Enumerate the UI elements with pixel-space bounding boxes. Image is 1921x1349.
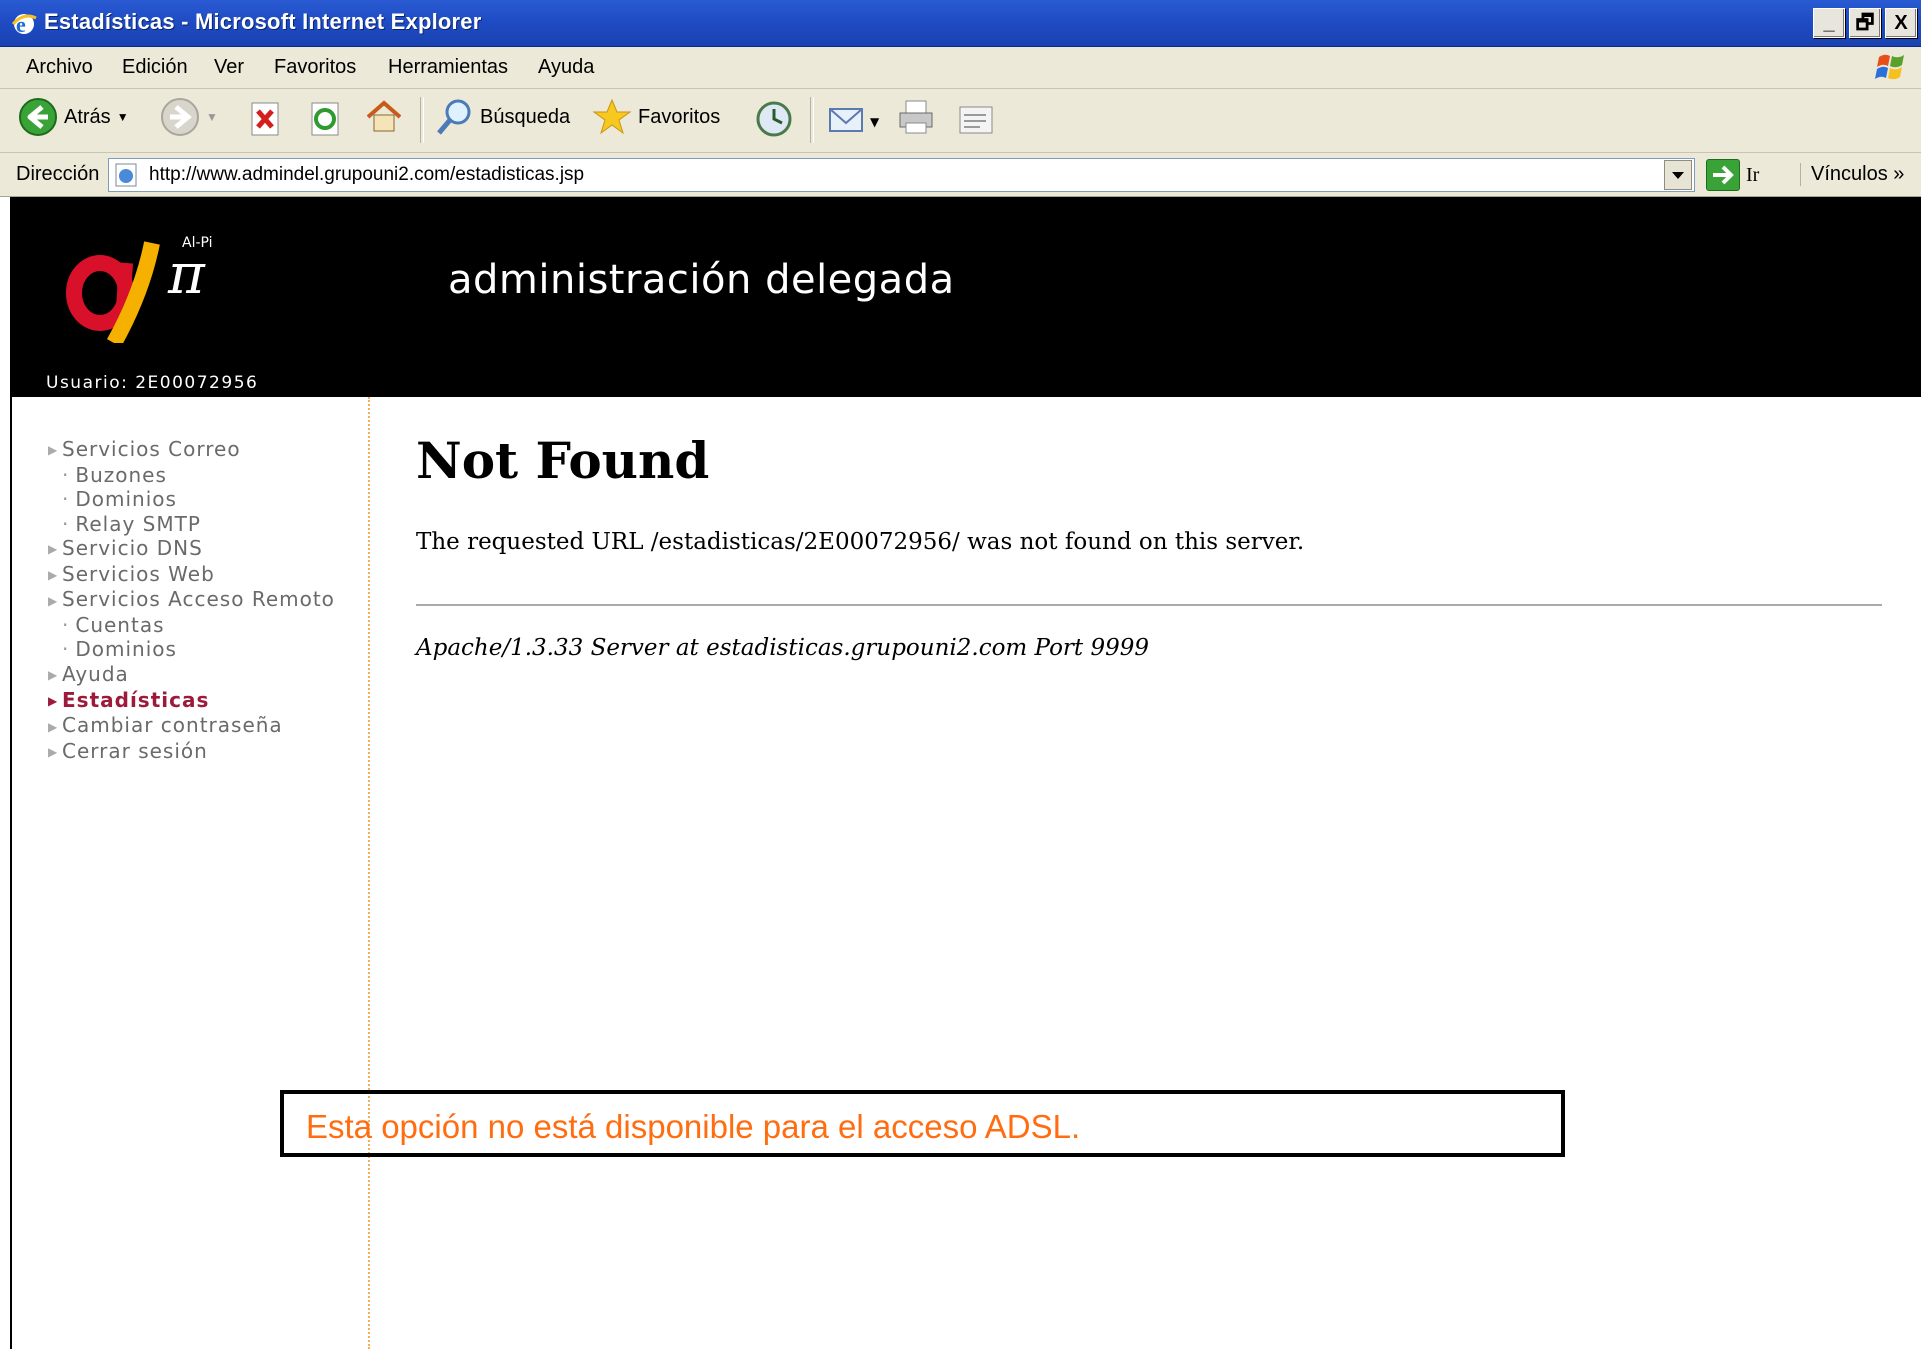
svg-text:π: π bbox=[167, 242, 206, 307]
nav-arrow-icon: ▶ bbox=[48, 542, 59, 557]
menu-ayuda[interactable]: Ayuda bbox=[538, 56, 594, 79]
main-content: Not Found The requested URL /estadistica… bbox=[416, 431, 1886, 661]
toolbar: Atrás ▼ ▼ Búsqueda Favoritos ▼ bbox=[0, 89, 1921, 153]
adsl-notice-text: Esta opción no está disponible para el a… bbox=[306, 1108, 1081, 1145]
forward-dropdown-icon[interactable]: ▼ bbox=[206, 110, 218, 124]
server-signature: Apache/1.3.33 Server at estadisticas.gru… bbox=[416, 635, 1150, 661]
mail-icon[interactable] bbox=[826, 99, 866, 139]
nav-ayuda[interactable]: ▶ Ayuda bbox=[48, 662, 335, 688]
menu-archivo[interactable]: Archivo bbox=[26, 56, 93, 79]
history-icon[interactable] bbox=[754, 99, 794, 139]
mail-dropdown-icon[interactable]: ▼ bbox=[870, 115, 879, 129]
nav-servicios-web[interactable]: ▶ Servicios Web bbox=[48, 562, 335, 588]
ie-icon: e bbox=[11, 12, 37, 36]
search-icon bbox=[437, 99, 471, 135]
search-label: Búsqueda bbox=[480, 105, 571, 128]
go-label: Ir bbox=[1746, 163, 1760, 186]
minimize-button[interactable]: _ bbox=[1813, 8, 1845, 38]
maximize-button[interactable]: 🗗 bbox=[1849, 8, 1881, 38]
window-title: Estadísticas - Microsoft Internet Explor… bbox=[44, 9, 482, 34]
nav-arrow-icon: ▶ bbox=[48, 668, 59, 683]
menu-ver[interactable]: Ver bbox=[214, 56, 244, 79]
back-dropdown-icon[interactable]: ▼ bbox=[117, 110, 129, 124]
go-button[interactable]: Ir bbox=[1706, 159, 1759, 191]
nav-dominios-remoto[interactable]: · Dominios bbox=[48, 637, 335, 661]
search-button[interactable]: Búsqueda bbox=[434, 97, 570, 137]
sidebar: ▶ Servicios Correo · Buzones · Dominios · Re… bbox=[12, 397, 370, 1349]
nav-servicios-acceso-remoto[interactable]: ▶ Servicios Acceso Remoto bbox=[48, 587, 335, 613]
adsl-notice: Esta opción no está disponible para el a… bbox=[280, 1090, 1565, 1157]
title-bar: e Estadísticas - Microsoft Internet Expl… bbox=[0, 0, 1921, 47]
star-icon bbox=[592, 98, 632, 135]
nav-cuentas[interactable]: · Cuentas bbox=[48, 613, 335, 637]
close-button[interactable]: X bbox=[1885, 8, 1917, 38]
site-tagline: administración delegada bbox=[448, 257, 955, 303]
address-label: Dirección bbox=[16, 163, 100, 185]
site-header: Al-Pi π administración delegada Usuario:… bbox=[12, 197, 1921, 397]
error-title: Not Found bbox=[416, 431, 710, 490]
nav-servicios-correo[interactable]: ▶ Servicios Correo bbox=[48, 437, 335, 463]
edit-icon[interactable] bbox=[956, 99, 996, 139]
links-button[interactable]: Vínculos » bbox=[1800, 163, 1904, 186]
menu-bar: Archivo Edición Ver Favoritos Herramient… bbox=[0, 47, 1921, 89]
sidebar-nav: ▶ Servicios Correo · Buzones · Dominios · Re… bbox=[48, 437, 335, 765]
forward-button[interactable]: ▼ bbox=[160, 97, 218, 137]
windows-logo-icon bbox=[1871, 51, 1911, 85]
home-icon[interactable] bbox=[364, 97, 404, 137]
menu-edicion[interactable]: Edición bbox=[122, 56, 188, 79]
nav-arrow-icon: ▶ bbox=[48, 443, 59, 458]
nav-arrow-icon: ▶ bbox=[48, 567, 59, 582]
address-url: http://www.admindel.grupouni2.com/estadi… bbox=[149, 164, 585, 185]
back-label: Atrás bbox=[64, 105, 111, 128]
user-id: Usuario: 2E00072956 bbox=[46, 373, 259, 393]
nav-servicio-dns[interactable]: ▶ Servicio DNS bbox=[48, 536, 335, 562]
favorites-button[interactable]: Favoritos bbox=[592, 97, 720, 137]
refresh-icon[interactable] bbox=[306, 99, 346, 139]
back-arrow-icon bbox=[19, 98, 57, 136]
nav-buzones[interactable]: · Buzones bbox=[48, 463, 335, 487]
go-arrow-icon bbox=[1706, 159, 1740, 191]
page-icon bbox=[115, 163, 137, 187]
stop-icon[interactable] bbox=[246, 99, 286, 139]
nav-estadisticas[interactable]: ▶ Estadísticas bbox=[48, 688, 335, 714]
nav-arrow-icon: ▶ bbox=[48, 593, 59, 608]
forward-arrow-icon bbox=[161, 98, 199, 136]
address-input[interactable]: http://www.admindel.grupouni2.com/estadi… bbox=[108, 158, 1695, 192]
menu-herramientas[interactable]: Herramientas bbox=[388, 56, 508, 79]
nav-arrow-icon: ▶ bbox=[48, 745, 59, 760]
print-icon[interactable] bbox=[896, 97, 936, 137]
back-button[interactable]: Atrás ▼ bbox=[18, 97, 129, 137]
address-bar: Dirección http://www.admindel.grupouni2.… bbox=[0, 153, 1921, 197]
error-message: The requested URL /estadisticas/2E000729… bbox=[416, 529, 1305, 555]
favorites-label: Favoritos bbox=[638, 105, 721, 128]
nav-relay-smtp[interactable]: · Relay SMTP bbox=[48, 512, 335, 536]
nav-dominios-correo[interactable]: · Dominios bbox=[48, 487, 335, 511]
address-dropdown-icon[interactable] bbox=[1664, 160, 1692, 190]
site-logo: Al-Pi π bbox=[66, 235, 213, 343]
nav-cambiar-contrasena[interactable]: ▶ Cambiar contraseña bbox=[48, 713, 335, 739]
nav-arrow-icon: ▶ bbox=[48, 719, 59, 734]
page-content: Al-Pi π administración delegada Usuario:… bbox=[10, 197, 1921, 1349]
menu-favoritos[interactable]: Favoritos bbox=[274, 56, 356, 79]
nav-arrow-icon: ▶ bbox=[48, 693, 59, 708]
nav-cerrar-sesion[interactable]: ▶ Cerrar sesión bbox=[48, 739, 335, 765]
divider bbox=[416, 604, 1882, 606]
